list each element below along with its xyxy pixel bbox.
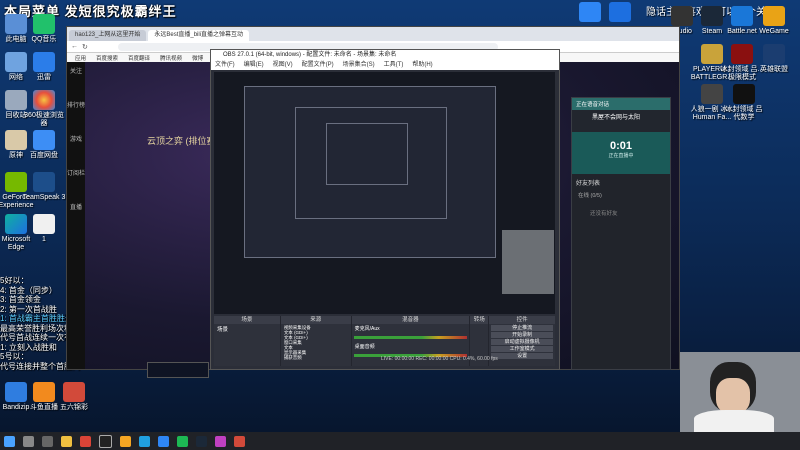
desktop-icon[interactable]: QQ音乐 [22,14,66,44]
app-icon [63,382,85,402]
obs-title-bar: OBS 27.0.1 (64-bit, windows) - 配置文件: 未命名… [211,50,559,61]
channel-name: 黑屋不会网与太阳 [572,110,670,132]
desktop-icon[interactable]: 1 [22,214,66,244]
person-face [716,378,750,414]
obs-icon[interactable] [99,434,112,448]
desktop-icon[interactable]: 冰封领域 吕 代数学 [722,84,766,122]
menu-item-scene-collection[interactable]: 场景集合(S) [343,61,375,70]
wegame-icon [763,6,785,26]
menu-item-help[interactable]: 帮助(H) [412,61,432,70]
page-heading: 云顶之弈 (排位赛) [147,136,219,146]
sidebar-item-rank[interactable]: 排行榜 [67,96,85,130]
app-icon[interactable] [120,435,131,447]
preview-webcam [502,230,554,294]
mixer-track-label: 麦克风/Aux [354,326,380,332]
source-item[interactable]: 捕获音频 [284,355,348,360]
folder-icon[interactable] [61,435,72,447]
headset-icon [33,172,55,192]
studio-mode-button[interactable]: 工作室模式 [491,346,554,352]
game-icon [701,84,723,104]
obs-preview[interactable] [214,72,555,314]
download-icon [33,52,55,72]
obs-status-bar: LIVE: 00:00:00 REC: 00:00:00 CPU: 0.4%, … [381,356,498,362]
game-icon [731,44,753,64]
site-sidebar: 关注 排行榜 游戏 订阅栏 直播 [67,62,85,369]
live-timer-box: 0:01 正在直播中 [572,132,670,174]
game-icon [733,84,755,104]
music-icon [33,14,55,34]
live-timer: 0:01 [609,140,633,152]
preview-nested-capture [244,86,496,258]
desktop-icon[interactable]: 英雄联盟 [752,44,796,74]
scene-item[interactable]: 场景 [214,324,280,334]
sidebar-item-follow[interactable]: 关注 [67,62,85,96]
menu-item-file[interactable]: 文件(F) [215,61,235,70]
task-view-icon[interactable] [42,435,53,447]
search-icon[interactable] [23,435,34,447]
refresh-icon[interactable]: ↻ [82,43,88,51]
menu-item-edit[interactable]: 编辑(E) [244,61,264,70]
page-input[interactable] [147,362,209,378]
edge-icon[interactable] [139,435,150,447]
kook-icon[interactable] [158,435,169,447]
menu-item-view[interactable]: 视图(V) [273,61,293,70]
preview-nested-capture [295,107,447,219]
browser-tab-bar: hao123_上网从这里开始 永远Best直播_bili直播之弹幕互动 [67,27,679,41]
bookmark-item[interactable]: 腾讯视频 [160,54,182,62]
sources-dock: 来源 视频采集设备 文本 (GDI+) 文本 (GDI+) 窗口采集 文本 显示… [280,316,351,366]
desktop-icon[interactable]: 迅雷 [22,52,66,82]
virtual-camera-button[interactable]: 启动虚拟摄像机 [491,339,554,345]
friends-group[interactable]: 在线 (0/5) [572,191,670,199]
wechat-icon[interactable] [177,435,188,447]
desktop-icon[interactable]: TeamSpeak 3 [22,172,66,202]
lol-icon [763,44,785,64]
start-icon[interactable] [4,435,15,447]
desktop-icon[interactable]: WeGame [752,6,796,36]
controls-dock: 控件 停止推流 开始录制 启动虚拟摄像机 工作室模式 设置 [489,316,556,366]
steam-icon[interactable] [196,435,207,447]
voice-chat-panel: 正在语音对话 黑屋不会网与太阳 0:01 正在直播中 好友列表 在线 (0/5)… [571,97,671,370]
taskbar [0,432,800,450]
browser-icon [33,90,55,110]
sidebar-item-live[interactable]: 直播 [67,198,85,232]
music-icon[interactable] [215,435,226,447]
friends-section-title: 好友列表 [576,181,601,187]
chrome-icon[interactable] [80,435,91,447]
live-status: 正在直播中 [608,153,634,159]
desktop-icon[interactable]: 五六锦彩 [52,382,96,412]
desktop-icon[interactable]: 百度网盘 [22,130,66,160]
back-icon[interactable]: ← [71,43,78,50]
scenes-dock: 场景 场景 [214,316,280,366]
obs-menu-bar: 文件(F) 编辑(E) 视图(V) 配置文件(P) 场景集合(S) 工具(T) … [211,61,559,70]
bookmark-item[interactable]: 微博 [192,54,203,62]
start-recording-button[interactable]: 开始录制 [491,332,554,338]
webcam-feed [680,352,800,432]
game-icon[interactable] [234,435,245,447]
battlenet-icon [731,6,753,26]
cloud-drive-icon [33,130,55,150]
mixer-track-label: 桌面音频 [354,344,375,350]
person-shirt [694,410,774,432]
empty-friends-text: 还没有好友 [590,211,618,217]
sidebar-item-games[interactable]: 游戏 [67,130,85,164]
browser-tab-active[interactable]: 永远Best直播_bili直播之弹幕互动 [148,30,250,41]
browser-tab[interactable]: hao123_上网从这里开始 [69,30,147,41]
bookmark-item[interactable]: 百度翻译 [128,54,150,62]
document-icon [33,214,55,234]
settings-button[interactable]: 设置 [491,353,554,359]
desktop-icon[interactable]: 360极速浏览器 [22,90,66,128]
stop-streaming-button[interactable]: 停止推流 [491,325,554,331]
volume-meter[interactable] [353,336,468,339]
preview-nested-capture [326,123,408,185]
menu-item-tools[interactable]: 工具(T) [384,61,404,70]
obs-window: OBS 27.0.1 (64-bit, windows) - 配置文件: 未命名… [210,49,560,370]
menu-item-profile[interactable]: 配置文件(P) [302,61,334,70]
desktop-icon[interactable] [598,2,642,24]
star-icon [609,2,631,22]
bookmark-item[interactable]: 百度搜索 [96,54,118,62]
bookmark-item[interactable]: 应用 [75,54,86,62]
sidebar-item-subscribe[interactable]: 订阅栏 [67,164,85,198]
voice-panel-header: 正在语音对话 [572,98,670,110]
